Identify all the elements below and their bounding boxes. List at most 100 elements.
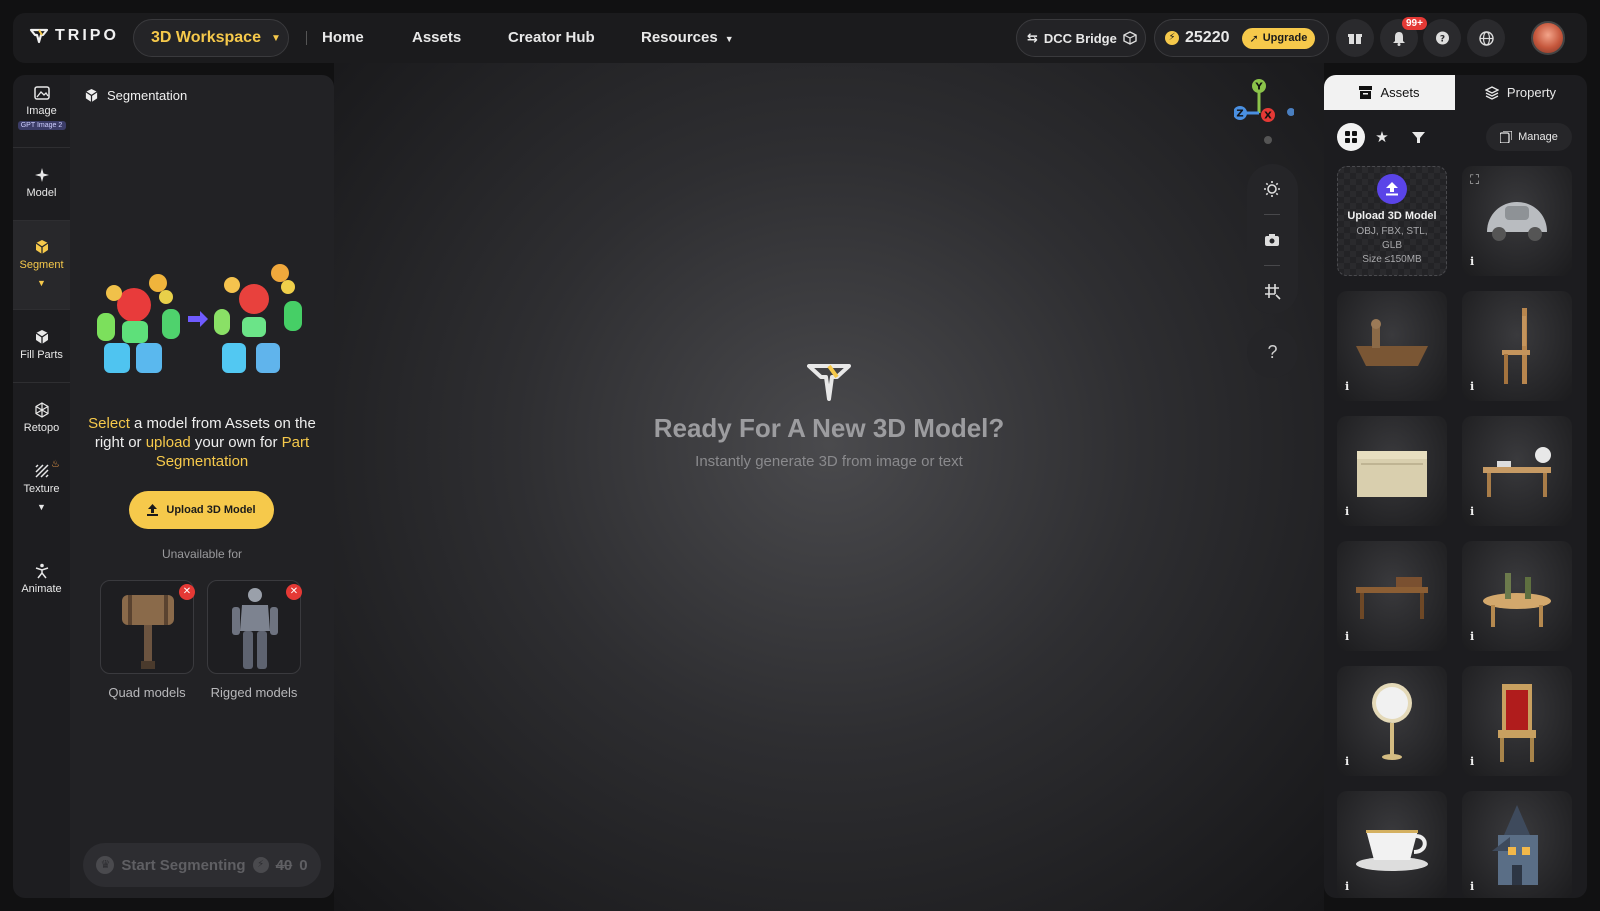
asset-card[interactable]: i	[1462, 541, 1572, 651]
asset-card[interactable]: i	[1337, 541, 1447, 651]
quad-model-card: ✕	[100, 580, 195, 674]
cube-icon	[35, 240, 48, 254]
info-icon[interactable]: i	[1345, 755, 1349, 768]
info-icon[interactable]: i	[1345, 630, 1349, 643]
info-icon[interactable]: i	[1470, 505, 1474, 518]
upgrade-button[interactable]: ➚ Upgrade	[1241, 27, 1316, 49]
rail-item-texture[interactable]: ♨ Texture ▼	[13, 459, 70, 512]
axis-y-label: Y	[1254, 82, 1263, 93]
quad-models-label: Quad models	[108, 685, 186, 700]
nav-home[interactable]: Home	[322, 29, 364, 46]
segmentation-illustration	[97, 264, 302, 373]
info-icon[interactable]: i	[1470, 630, 1474, 643]
bell-icon	[1393, 31, 1405, 46]
asset-card[interactable]: i	[1337, 416, 1447, 526]
chevron-down-icon: ▼	[37, 278, 46, 288]
panel-title: Segmentation	[84, 88, 187, 103]
upload-button-label: Upload 3D Model	[166, 504, 256, 516]
rail-divider	[13, 147, 70, 148]
upload-3d-model-card[interactable]: Upload 3D Model OBJ, FBX, STL, GLB Size …	[1337, 166, 1447, 276]
figure-icon	[35, 563, 48, 579]
nav-resources-label: Resources	[641, 29, 718, 46]
avatar[interactable]	[1531, 21, 1565, 55]
wooden-crate-model	[1357, 451, 1427, 497]
mesh-icon: ⛶	[1470, 172, 1480, 187]
dcc-bridge-button[interactable]: ⇆ DCC Bridge	[1016, 19, 1146, 57]
rail-label: Fill Parts	[20, 349, 63, 361]
select-link[interactable]: Select	[88, 415, 130, 432]
3d-viewport[interactable]: Y Z X ? Ready For A New 3D Model? Instan…	[334, 63, 1324, 911]
workspace-dropdown[interactable]: 3D Workspace ▼	[133, 19, 289, 57]
info-icon[interactable]: i	[1470, 880, 1474, 893]
rail-item-segment[interactable]: Segment ▼	[13, 221, 70, 309]
archive-icon	[1359, 86, 1373, 99]
info-icon[interactable]: i	[1345, 880, 1349, 893]
nav-creator-hub[interactable]: Creator Hub	[508, 29, 595, 46]
cube-icon	[85, 88, 98, 103]
tab-assets[interactable]: Assets	[1324, 75, 1455, 110]
rail-item-image[interactable]: Image GPT Image 2	[13, 85, 70, 130]
rail-item-fill-parts[interactable]: Fill Parts	[13, 329, 70, 361]
sparkle-icon	[34, 168, 49, 182]
light-icon[interactable]	[1263, 180, 1281, 198]
asset-card[interactable]: i	[1337, 291, 1447, 401]
tab-property[interactable]: Property	[1455, 75, 1586, 110]
nav-resources[interactable]: Resources ▼	[641, 29, 734, 46]
manage-button[interactable]: Manage	[1486, 123, 1572, 151]
caret-down-icon: ▼	[724, 34, 734, 44]
hand-mirror-model	[1372, 683, 1412, 760]
tab-label: Assets	[1380, 85, 1420, 100]
language-button[interactable]	[1467, 19, 1505, 57]
filter-button[interactable]	[1404, 123, 1432, 151]
desc-text: your own for	[190, 434, 282, 451]
workspace-label: 3D Workspace	[151, 29, 261, 46]
segmentation-instructions: Select a model from Assets on the right …	[80, 414, 324, 471]
upload-3d-model-button[interactable]: Upload 3D Model	[129, 491, 274, 529]
info-icon[interactable]: i	[1345, 380, 1349, 393]
start-segmenting-button[interactable]: ♛ Start Segmenting ⚡ 40 0	[83, 843, 321, 887]
asset-card[interactable]: ⛶ i	[1462, 166, 1572, 276]
rail-divider	[13, 382, 70, 383]
box-icon	[35, 330, 48, 344]
asset-card[interactable]: i	[1462, 666, 1572, 776]
asset-card[interactable]: i	[1462, 291, 1572, 401]
info-icon[interactable]: i	[1470, 380, 1474, 393]
notification-button[interactable]: 99+	[1380, 17, 1427, 57]
round-table-bottles-model	[1483, 573, 1551, 627]
help-chat-icon: ?	[1435, 31, 1449, 44]
swap-icon: ⇆	[1027, 30, 1038, 45]
empty-state-subtitle: Instantly generate 3D from image or text	[695, 453, 963, 470]
hammer-thumbnail	[122, 595, 174, 669]
nav-assets[interactable]: Assets	[412, 29, 461, 46]
filter-icon	[1411, 131, 1425, 143]
grid-icon[interactable]	[1263, 282, 1281, 300]
dcc-bridge-label: DCC Bridge	[1043, 30, 1117, 46]
camera-icon[interactable]	[1263, 231, 1281, 249]
asset-card[interactable]: i	[1337, 666, 1447, 776]
asset-card[interactable]: i	[1462, 416, 1572, 526]
gift-button[interactable]	[1336, 19, 1374, 57]
rail-item-animate[interactable]: Animate	[13, 563, 70, 595]
upgrade-label: Upgrade	[1262, 32, 1308, 44]
asset-card[interactable]: i	[1337, 791, 1447, 898]
asset-card[interactable]: i	[1462, 791, 1572, 898]
upload-link[interactable]: upload	[146, 434, 191, 451]
rail-item-retopo[interactable]: Retopo	[13, 402, 70, 434]
arrow-right-icon	[188, 311, 208, 327]
favorites-button[interactable]: ★	[1368, 123, 1396, 151]
axis-gizmo[interactable]: Y Z X	[1234, 75, 1294, 145]
view-all-button[interactable]	[1337, 123, 1365, 151]
info-icon[interactable]: i	[1345, 505, 1349, 518]
info-icon[interactable]: i	[1470, 755, 1474, 768]
panel-tabs: Assets Property	[1324, 75, 1587, 110]
help-chat-button[interactable]: ?	[1423, 19, 1461, 57]
rail-item-model[interactable]: Model	[13, 167, 70, 199]
coin-icon: ⚡	[1165, 31, 1179, 45]
tripo-logo[interactable]: TRIPO	[29, 26, 119, 46]
info-icon[interactable]: i	[1470, 255, 1474, 268]
layers-icon	[1484, 85, 1499, 100]
manage-label: Manage	[1518, 131, 1558, 143]
viewport-help-button[interactable]: ?	[1247, 327, 1298, 378]
new-cost: 0	[299, 856, 308, 874]
bolt-icon: ⚡	[252, 857, 269, 873]
